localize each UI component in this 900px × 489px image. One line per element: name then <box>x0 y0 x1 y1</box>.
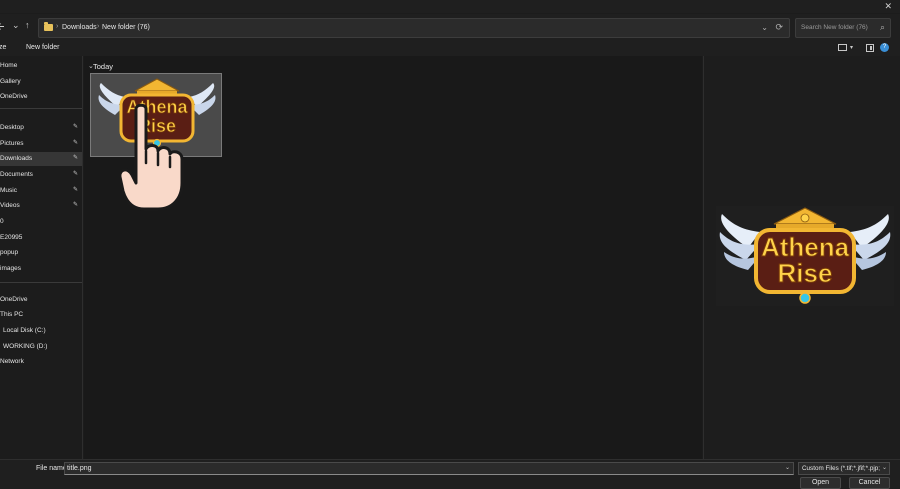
pin-icon: ✎ <box>73 124 79 130</box>
preview-pane-icon[interactable] <box>866 44 874 52</box>
dialog-footer: File name: title.png ⌄ Custom Files (*.t… <box>0 459 900 489</box>
command-bar: ze New folder ▾ ? <box>0 41 900 56</box>
address-history-chevron-icon[interactable]: ⌄ <box>761 23 768 32</box>
open-button[interactable]: Open <box>800 477 841 489</box>
breadcrumb-separator: › <box>97 23 100 30</box>
sidebar-divider <box>0 108 82 109</box>
back-arrow-icon[interactable] <box>0 22 5 33</box>
sidebar-item-downloads[interactable]: Downloads ✎ <box>0 152 82 166</box>
new-folder-button[interactable]: New folder <box>26 44 59 51</box>
svg-text:Rise: Rise <box>778 258 833 288</box>
breadcrumb-downloads[interactable]: Downloads <box>62 24 97 31</box>
file-type-select[interactable]: Custom Files (*.tif;*.jfif;*.pjp;*.a ⌄ <box>798 462 890 475</box>
address-bar[interactable]: › Downloads › New folder (76) ⌄ ⟳ <box>38 18 790 38</box>
athena-rise-preview-image: Athena Rise <box>716 206 894 306</box>
sidebar-item-0[interactable]: 0 <box>0 215 82 229</box>
help-icon[interactable]: ? <box>880 43 889 52</box>
cancel-button[interactable]: Cancel <box>849 477 890 489</box>
sidebar-item-pictures[interactable]: Pictures ✎ <box>0 137 82 151</box>
refresh-icon[interactable]: ⟳ <box>775 22 783 33</box>
sidebar-item-onedrive-2[interactable]: OneDrive <box>0 293 82 307</box>
file-name-input[interactable]: title.png ⌄ <box>64 462 794 475</box>
title-bar: ✕ <box>0 0 900 13</box>
navigation-bar: ⌄ ↑ › Downloads › New folder (76) ⌄ ⟳ Se… <box>0 14 900 41</box>
organize-button[interactable]: ze <box>0 44 6 51</box>
up-arrow-icon[interactable]: ↑ <box>25 20 30 30</box>
pin-icon: ✎ <box>73 202 79 208</box>
file-type-value: Custom Files (*.tif;*.jfif;*.pjp;*.a <box>802 465 880 472</box>
file-name-value: title.png <box>67 465 92 472</box>
sidebar-item-desktop[interactable]: Desktop ✎ <box>0 121 82 135</box>
sidebar-item-gallery[interactable]: Gallery <box>0 75 82 89</box>
close-icon[interactable]: ✕ <box>884 1 892 12</box>
hand-pointer-icon <box>120 103 184 211</box>
sidebar-item-videos[interactable]: Videos ✎ <box>0 199 82 213</box>
sidebar-item-local-disk-c[interactable]: Local Disk (C:) <box>0 324 82 338</box>
group-header-today[interactable]: Today <box>93 62 113 71</box>
sidebar-item-home[interactable]: Home <box>0 59 82 73</box>
sidebar-divider <box>0 282 82 283</box>
preview-pane: Athena Rise <box>703 56 900 459</box>
sidebar-item-e20995[interactable]: E20995 <box>0 231 82 245</box>
sidebar-item-this-pc[interactable]: This PC <box>0 308 82 322</box>
breadcrumb-new-folder[interactable]: New folder (76) <box>102 24 150 31</box>
sidebar-item-music[interactable]: Music ✎ <box>0 184 82 198</box>
navigation-pane: Home Gallery OneDrive Desktop ✎ Pictures ✎… <box>0 56 83 459</box>
sidebar-item-popup[interactable]: popup <box>0 246 82 260</box>
search-icon: ⌕ <box>879 22 885 32</box>
chevron-down-icon: ⌄ <box>881 465 887 471</box>
folder-icon <box>44 22 53 31</box>
view-mode-icon[interactable] <box>838 44 847 51</box>
sidebar-item-onedrive[interactable]: OneDrive <box>0 90 82 104</box>
pin-icon: ✎ <box>73 155 79 161</box>
chevron-down-icon[interactable]: ⌄ <box>785 464 790 471</box>
recent-locations-icon[interactable]: ⌄ <box>12 20 20 31</box>
search-placeholder: Search New folder (76) <box>801 24 868 31</box>
sidebar-item-documents[interactable]: Documents ✎ <box>0 168 82 182</box>
breadcrumb-separator: › <box>56 23 59 30</box>
sidebar-item-working-d[interactable]: WORKING (D:) <box>0 340 82 354</box>
search-box[interactable]: Search New folder (76) ⌕ <box>795 18 891 38</box>
pin-icon: ✎ <box>73 140 79 146</box>
sidebar-item-images[interactable]: images <box>0 262 82 276</box>
sidebar-item-network[interactable]: Network <box>0 355 82 369</box>
pin-icon: ✎ <box>73 171 79 177</box>
view-chevron-icon[interactable]: ▾ <box>850 44 853 51</box>
pin-icon: ✎ <box>73 187 79 193</box>
